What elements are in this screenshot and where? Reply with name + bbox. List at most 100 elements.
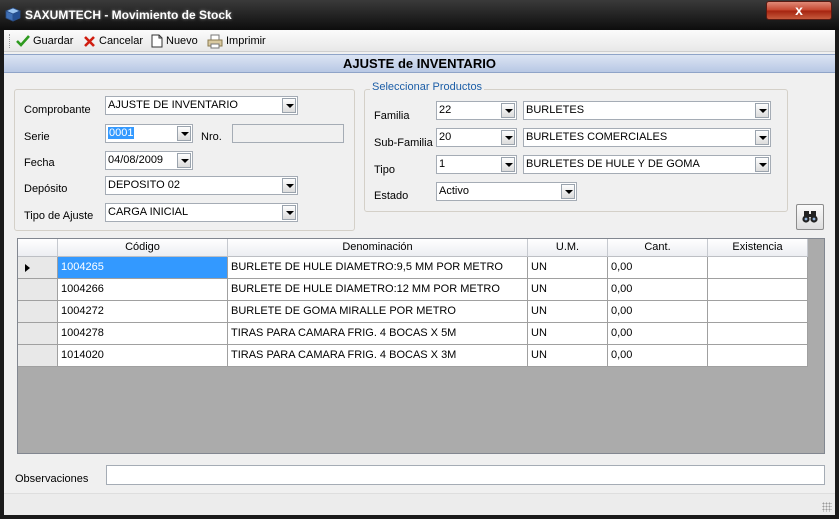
column-header-denominacion[interactable]: Denominación [228,239,528,257]
cell-existencia[interactable] [708,279,808,301]
cell-cant[interactable]: 0,00 [608,345,708,367]
search-products-button[interactable] [796,204,824,230]
estado-select[interactable]: Activo [436,182,577,201]
subfamilia-name: BURLETES COMERCIALES [526,131,668,143]
save-label: Guardar [33,35,74,47]
cell-denominacion[interactable]: BURLETE DE HULE DIAMETRO:12 MM POR METRO [228,279,528,301]
print-button[interactable]: Imprimir [207,32,266,50]
chevron-down-icon[interactable] [177,126,191,141]
chevron-down-icon[interactable] [177,153,191,168]
column-header-codigo[interactable]: Código [58,239,228,257]
familia-code: 22 [439,104,452,116]
title-bar[interactable]: SAXUMTECH - Movimiento de Stock x [0,0,839,30]
tipo-label: Tipo [374,164,395,176]
row-selector[interactable] [18,257,58,279]
nro-field[interactable] [232,124,344,143]
chevron-down-icon[interactable] [755,130,769,145]
cell-codigo[interactable]: 1004266 [58,279,228,301]
window-title: SAXUMTECH - Movimiento de Stock [25,8,232,22]
cell-um[interactable]: UN [528,345,608,367]
chevron-down-icon[interactable] [282,178,296,193]
tipo-name: BURLETES DE HULE Y DE GOMA [526,158,700,170]
estado-value: Activo [439,185,469,197]
row-selector[interactable] [18,345,58,367]
resize-grip-icon[interactable] [822,502,832,512]
chevron-down-icon[interactable] [282,98,296,113]
close-button[interactable]: x [766,1,832,20]
cancel-button[interactable]: Cancelar [83,32,143,50]
cell-existencia[interactable] [708,323,808,345]
familia-code-select[interactable]: 22 [436,101,517,120]
tipo-name-select[interactable]: BURLETES DE HULE Y DE GOMA [523,155,771,174]
new-button[interactable]: Nuevo [151,32,198,50]
cell-codigo[interactable]: 1014020 [58,345,228,367]
cancel-label: Cancelar [99,35,144,47]
chevron-down-icon[interactable] [755,103,769,118]
cell-codigo[interactable]: 1004278 [58,323,228,345]
table-row[interactable]: 1004272 BURLETE DE GOMA MIRALLE POR METR… [18,301,808,323]
cell-denominacion[interactable]: BURLETE DE HULE DIAMETRO:9,5 MM POR METR… [228,257,528,279]
print-label: Imprimir [226,35,266,47]
status-bar [4,493,835,515]
cell-um[interactable]: UN [528,257,608,279]
deposito-select[interactable]: DEPOSITO 02 [105,176,298,195]
subfamilia-code: 20 [439,131,452,143]
estado-label: Estado [374,190,409,202]
table-row[interactable]: 1004265 BURLETE DE HULE DIAMETRO:9,5 MM … [18,257,808,279]
cell-cant[interactable]: 0,00 [608,301,708,323]
tipo-code-select[interactable]: 1 [436,155,517,174]
column-header-existencia[interactable]: Existencia [708,239,808,257]
table-row[interactable]: 1004266 BURLETE DE HULE DIAMETRO:12 MM P… [18,279,808,301]
table-row[interactable]: 1014020 TIRAS PARA CAMARA FRIG. 4 BOCAS … [18,345,808,367]
cell-cant[interactable]: 0,00 [608,323,708,345]
check-icon [16,35,30,47]
serie-label: Serie [24,131,50,143]
application-window: SAXUMTECH - Movimiento de Stock x Guarda… [0,0,839,519]
cell-denominacion[interactable]: TIRAS PARA CAMARA FRIG. 4 BOCAS X 3M [228,345,528,367]
column-header-cant[interactable]: Cant. [608,239,708,257]
document-icon [151,34,163,48]
deposito-value: DEPOSITO 02 [108,179,180,191]
row-selector[interactable] [18,279,58,301]
row-selector[interactable] [18,323,58,345]
cell-codigo[interactable]: 1004265 [58,257,228,279]
cell-cant[interactable]: 0,00 [608,257,708,279]
chevron-down-icon[interactable] [501,130,515,145]
familia-label: Familia [374,110,410,122]
cell-denominacion[interactable]: BURLETE DE GOMA MIRALLE POR METRO [228,301,528,323]
chevron-down-icon[interactable] [561,184,575,199]
cell-denominacion[interactable]: TIRAS PARA CAMARA FRIG. 4 BOCAS X 5M [228,323,528,345]
chevron-down-icon[interactable] [282,205,296,220]
column-header-um[interactable]: U.M. [528,239,608,257]
chevron-down-icon[interactable] [755,157,769,172]
nro-label: Nro. [201,131,222,143]
cell-cant[interactable]: 0,00 [608,279,708,301]
form-title: AJUSTE de INVENTARIO [4,54,835,73]
cell-codigo[interactable]: 1004272 [58,301,228,323]
subfamilia-code-select[interactable]: 20 [436,128,517,147]
subfamilia-name-select[interactable]: BURLETES COMERCIALES [523,128,771,147]
chevron-down-icon[interactable] [501,157,515,172]
cell-um[interactable]: UN [528,301,608,323]
observaciones-field[interactable] [106,465,825,485]
chevron-down-icon[interactable] [501,103,515,118]
serie-select[interactable]: 0001 [105,124,193,143]
tipo-ajuste-select[interactable]: CARGA INICIAL [105,203,298,222]
row-header-corner [18,239,58,257]
cell-existencia[interactable] [708,345,808,367]
familia-name-select[interactable]: BURLETES [523,101,771,120]
cell-existencia[interactable] [708,257,808,279]
tipo-ajuste-label: Tipo de Ajuste [24,210,94,222]
products-grid[interactable]: Código Denominación U.M. Cant. Existenci… [17,238,825,454]
toolbar: Guardar Cancelar Nuevo Imprimir [4,30,835,52]
save-button[interactable]: Guardar [16,32,73,50]
familia-name: BURLETES [526,104,585,116]
row-selector[interactable] [18,301,58,323]
cell-um[interactable]: UN [528,279,608,301]
table-row[interactable]: 1004278 TIRAS PARA CAMARA FRIG. 4 BOCAS … [18,323,808,345]
cell-existencia[interactable] [708,301,808,323]
comprobante-select[interactable]: AJUSTE DE INVENTARIO [105,96,298,115]
client-area: Guardar Cancelar Nuevo Imprimir AJUSTE d… [4,30,835,515]
fecha-date-picker[interactable]: 04/08/2009 [105,151,193,170]
cell-um[interactable]: UN [528,323,608,345]
